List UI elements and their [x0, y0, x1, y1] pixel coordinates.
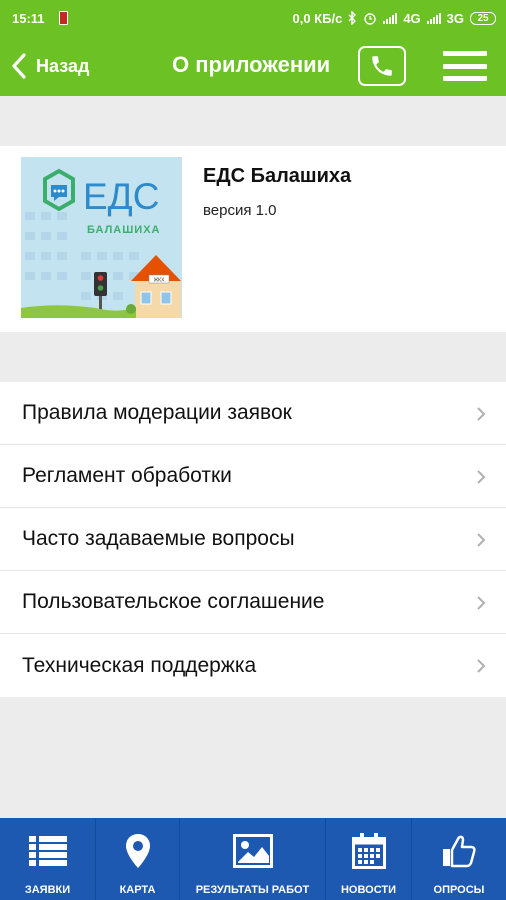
- network-3g: 3G: [446, 10, 464, 26]
- chevron-right-icon: [477, 659, 486, 673]
- tab-map[interactable]: КАРТА: [96, 818, 180, 900]
- app-header: Назад О приложении: [0, 36, 506, 96]
- battery-icon: 25: [470, 11, 496, 25]
- chevron-right-icon: [477, 533, 486, 547]
- phone-icon: [372, 56, 392, 76]
- app-logo-illustration: ЕДС БАЛАШИХА ЖКХ: [21, 157, 182, 318]
- logo-subtext: БАЛАШИХА: [87, 224, 160, 236]
- menu-list: Правила модерации заявок Регламент обраб…: [0, 382, 506, 697]
- app-name: ЕДС Балашиха: [203, 165, 352, 187]
- menu-item-processing-rules[interactable]: Регламент обработки: [0, 445, 506, 508]
- tab-label: ОПРОСЫ: [433, 884, 485, 896]
- tab-label: ЗАЯВКИ: [24, 884, 71, 896]
- page-title: О приложении: [172, 52, 331, 77]
- thumbs-up-icon: [443, 835, 476, 868]
- tab-work-results[interactable]: РЕЗУЛЬТАТЫ РАБОТ: [180, 818, 326, 900]
- network-4g: 4G: [403, 10, 421, 26]
- tab-label: НОВОСТИ: [340, 884, 397, 896]
- menu-bar: [443, 76, 487, 81]
- chevron-right-icon: [477, 596, 486, 610]
- tab-label: РЕЗУЛЬТАТЫ РАБОТ: [195, 884, 310, 896]
- tab-polls[interactable]: ОПРОСЫ: [412, 818, 506, 900]
- alarm-icon: [364, 13, 377, 25]
- logo-text: ЕДС: [83, 176, 159, 217]
- menu-bar: [443, 63, 487, 69]
- signal-icon-2: [426, 12, 441, 24]
- logo-sign: ЖКХ: [154, 278, 166, 284]
- status-bar: 15:11 0,0 КБ/с 4G 3G 25: [0, 0, 506, 36]
- tab-news[interactable]: НОВОСТИ: [326, 818, 412, 900]
- bluetooth-icon: [348, 11, 357, 25]
- status-right: 0,0 КБ/с 4G 3G 25: [292, 10, 496, 26]
- signal-icon: [383, 12, 398, 24]
- tab-requests[interactable]: ЗАЯВКИ: [0, 818, 96, 900]
- menu-item-label: Правила модерации заявок: [22, 401, 292, 424]
- menu-bar: [443, 51, 487, 56]
- chevron-right-icon: [477, 407, 486, 421]
- menu-item-label: Часто задаваемые вопросы: [22, 527, 295, 550]
- menu-item-label: Регламент обработки: [22, 464, 232, 487]
- status-time: 15:11: [12, 10, 45, 26]
- battery-level: 25: [477, 12, 489, 24]
- list-icon: [28, 836, 67, 866]
- tab-label: КАРТА: [119, 884, 156, 896]
- menu-item-faq[interactable]: Часто задаваемые вопросы: [0, 508, 506, 571]
- app-version: версия 1.0: [203, 202, 277, 219]
- sim-card-icon: [58, 11, 68, 25]
- menu-item-moderation-rules[interactable]: Правила модерации заявок: [0, 382, 506, 445]
- menu-item-tech-support[interactable]: Техническая поддержка: [0, 634, 506, 697]
- menu-item-label: Техническая поддержка: [22, 653, 257, 677]
- about-card: ЕДС БАЛАШИХА ЖКХ ЕДС Балашиха версия 1.0: [0, 146, 506, 332]
- hamburger-menu-button[interactable]: [443, 51, 487, 81]
- bottom-tab-bar: ЗАЯВКИ КАРТА РЕЗУЛЬТАТЫ РАБОТ НОВОСТИ ОП…: [0, 818, 506, 900]
- app-logo: ЕДС БАЛАШИХА ЖКХ: [21, 157, 182, 318]
- back-button[interactable]: Назад: [10, 48, 89, 84]
- menu-item-label: Пользовательское соглашение: [22, 590, 325, 613]
- chevron-right-icon: [477, 470, 486, 484]
- menu-item-user-agreement[interactable]: Пользовательское соглашение: [0, 571, 506, 634]
- back-label: Назад: [36, 55, 90, 76]
- calendar-icon: [351, 833, 386, 869]
- chevron-left-icon: [12, 53, 26, 79]
- map-pin-icon: [125, 834, 150, 868]
- network-speed: 0,0 КБ/с: [292, 10, 343, 26]
- call-button[interactable]: [358, 46, 406, 86]
- image-icon: [232, 834, 273, 868]
